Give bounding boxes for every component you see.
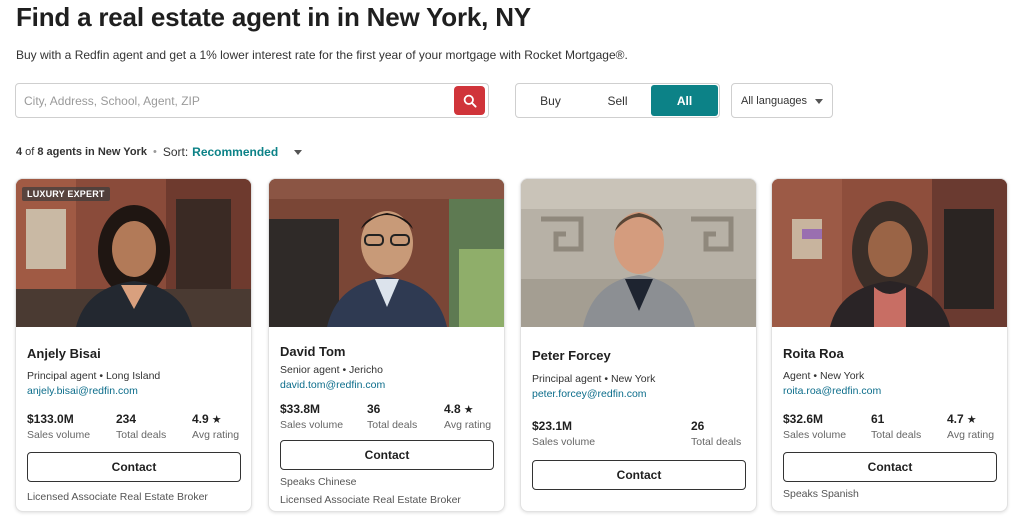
sales-volume-label: Sales volume — [783, 429, 847, 441]
page-title: Find a real estate agent in in New York,… — [16, 2, 531, 32]
agent-photo[interactable] — [269, 179, 504, 327]
agent-email[interactable]: david.tom@redfin.com — [280, 379, 385, 391]
rating-value: 4.7 ★ — [947, 412, 977, 426]
agent-photo[interactable] — [521, 179, 756, 327]
filter-buy[interactable]: Buy — [517, 85, 584, 116]
agent-role: Principal agent • Long Island — [27, 370, 161, 382]
sales-volume-value: $133.0M — [27, 412, 74, 426]
language-note: Speaks Chinese — [280, 476, 357, 488]
total-deals-value: 61 — [871, 412, 885, 426]
search-button[interactable] — [454, 86, 485, 115]
rating-label: Avg rating — [444, 419, 492, 431]
star-icon: ★ — [966, 414, 977, 426]
search-input[interactable] — [16, 84, 454, 117]
agent-card[interactable]: Roita Roa Agent • New York roita.roa@red… — [771, 178, 1008, 512]
search-icon — [463, 94, 477, 108]
results-total: 8 agents in New York — [37, 146, 147, 158]
contact-button[interactable]: Contact — [280, 440, 494, 470]
total-deals-value: 36 — [367, 402, 381, 416]
luxury-expert-badge: LUXURY EXPERT — [22, 187, 110, 201]
agent-role: Principal agent • New York — [532, 373, 656, 385]
search-bar — [15, 83, 489, 118]
total-deals-label: Total deals — [116, 429, 167, 441]
star-icon: ★ — [211, 414, 222, 426]
sort-label: Sort: — [162, 145, 189, 159]
rating-label: Avg rating — [192, 429, 240, 441]
results-shown: 4 — [16, 146, 23, 158]
buy-sell-toggle: Buy Sell All — [515, 83, 720, 118]
total-deals-label: Total deals — [871, 429, 922, 441]
separator-dot: • — [152, 146, 157, 158]
rating-value: 4.8 ★ — [444, 402, 474, 416]
license-note: Licensed Associate Real Estate Broker — [280, 494, 461, 506]
agent-email[interactable]: roita.roa@redfin.com — [783, 385, 881, 397]
language-note: Speaks Spanish — [783, 488, 859, 500]
contact-button[interactable]: Contact — [27, 452, 241, 482]
filter-all[interactable]: All — [651, 85, 718, 116]
agent-role: Agent • New York — [783, 370, 865, 382]
rating-value: 4.9 ★ — [192, 412, 222, 426]
agent-card[interactable]: LUXURY EXPERT Anjely Bisai Principal age… — [15, 178, 252, 512]
page-subtitle: Buy with a Redfin agent and get a 1% low… — [16, 48, 628, 62]
agent-email[interactable]: peter.forcey@redfin.com — [532, 388, 647, 400]
total-deals-label: Total deals — [691, 436, 742, 448]
results-summary: 4 of 8 agents in New York • Sort: Recomm… — [16, 145, 303, 159]
sales-volume-value: $33.8M — [280, 402, 321, 416]
filter-sell[interactable]: Sell — [584, 85, 651, 116]
agent-photo[interactable] — [772, 179, 1007, 327]
contact-button[interactable]: Contact — [783, 452, 997, 482]
sort-chevron-down-icon[interactable] — [294, 149, 303, 155]
agent-card[interactable]: David Tom Senior agent • Jericho david.t… — [268, 178, 505, 512]
sales-volume-label: Sales volume — [532, 436, 596, 448]
sales-volume-value: $23.1M — [532, 419, 573, 433]
sales-volume-label: Sales volume — [27, 429, 91, 441]
star-icon: ★ — [463, 404, 474, 416]
license-note: Licensed Associate Real Estate Broker — [27, 491, 208, 503]
agent-email[interactable]: anjely.bisai@redfin.com — [27, 385, 138, 397]
total-deals-value: 26 — [691, 419, 705, 433]
agent-role: Senior agent • Jericho — [280, 364, 383, 376]
agent-name[interactable]: Roita Roa — [783, 346, 844, 361]
total-deals-label: Total deals — [367, 419, 418, 431]
sales-volume-value: $32.6M — [783, 412, 824, 426]
sales-volume-label: Sales volume — [280, 419, 344, 431]
agent-name[interactable]: David Tom — [280, 344, 346, 359]
agent-name[interactable]: Peter Forcey — [532, 348, 611, 363]
results-of: of — [25, 146, 35, 158]
sort-dropdown[interactable]: Recommended — [192, 145, 278, 159]
total-deals-value: 234 — [116, 412, 137, 426]
agent-name[interactable]: Anjely Bisai — [27, 346, 101, 361]
rating-label: Avg rating — [947, 429, 995, 441]
language-dropdown[interactable]: All languages — [731, 83, 833, 118]
chevron-down-icon — [815, 99, 823, 104]
language-value: All languages — [741, 94, 808, 107]
agent-photo[interactable]: LUXURY EXPERT — [16, 179, 251, 327]
agent-card[interactable]: Peter Forcey Principal agent • New York … — [520, 178, 757, 512]
contact-button[interactable]: Contact — [532, 460, 746, 490]
